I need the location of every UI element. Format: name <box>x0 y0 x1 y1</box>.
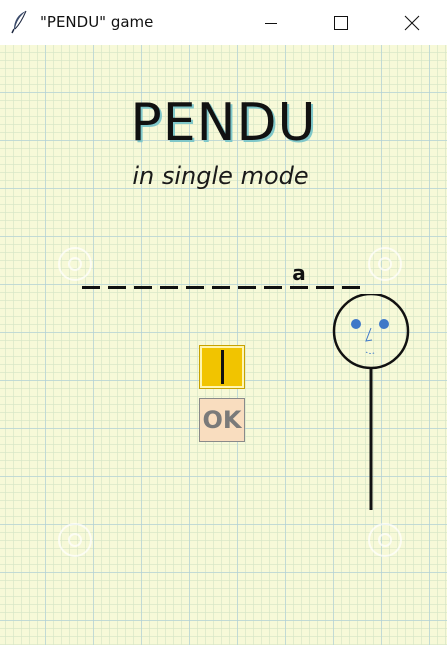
word-slot <box>212 253 230 289</box>
close-icon <box>404 15 420 30</box>
word-slot-underline <box>160 286 178 289</box>
watermark-icon <box>368 247 402 281</box>
hangman-left-eye <box>351 319 361 329</box>
text-caret <box>220 350 224 384</box>
hangman-drawing <box>332 294 410 510</box>
hangman-nose <box>365 327 373 342</box>
app-window: "PENDU" game PENDU in single mode a OK <box>0 0 447 645</box>
word-slot <box>160 253 178 289</box>
word-slot <box>108 253 126 289</box>
ok-button[interactable]: OK <box>199 398 245 442</box>
word-slot-letter: a <box>292 261 306 285</box>
word-slot: a <box>290 253 308 289</box>
word-slot-underline <box>342 286 360 289</box>
maximize-icon <box>334 15 348 30</box>
word-slot <box>186 253 204 289</box>
letter-input[interactable] <box>199 345 245 389</box>
close-button[interactable] <box>389 0 435 45</box>
game-canvas: PENDU in single mode a OK <box>0 45 447 645</box>
word-slot-underline <box>186 286 204 289</box>
watermark-icon <box>368 523 402 557</box>
word-slot <box>238 253 256 289</box>
word-slot-underline <box>290 286 308 289</box>
feather-icon <box>11 10 27 34</box>
hangman-mouth <box>365 351 377 354</box>
game-title: PENDU <box>130 93 317 153</box>
window-title: "PENDU" game <box>40 13 154 31</box>
word-slot-underline <box>82 286 100 289</box>
maximize-button[interactable] <box>318 0 364 45</box>
word-slot-underline <box>212 286 230 289</box>
hangman-right-eye <box>379 319 389 329</box>
word-slot <box>82 253 100 289</box>
minimize-button[interactable] <box>248 0 294 45</box>
hangman-head <box>332 294 410 370</box>
word-slot-underline <box>238 286 256 289</box>
word-slot-underline <box>108 286 126 289</box>
word-slot <box>134 253 152 289</box>
game-subtitle: in single mode <box>132 162 309 190</box>
word-slot <box>342 253 360 289</box>
watermark-icon <box>58 523 92 557</box>
word-slot-underline <box>316 286 334 289</box>
minimize-icon <box>265 22 277 24</box>
word-slot <box>264 253 282 289</box>
title-bar: "PENDU" game <box>0 0 447 45</box>
word-slot <box>316 253 334 289</box>
word-slot-underline <box>134 286 152 289</box>
word-slot-underline <box>264 286 282 289</box>
